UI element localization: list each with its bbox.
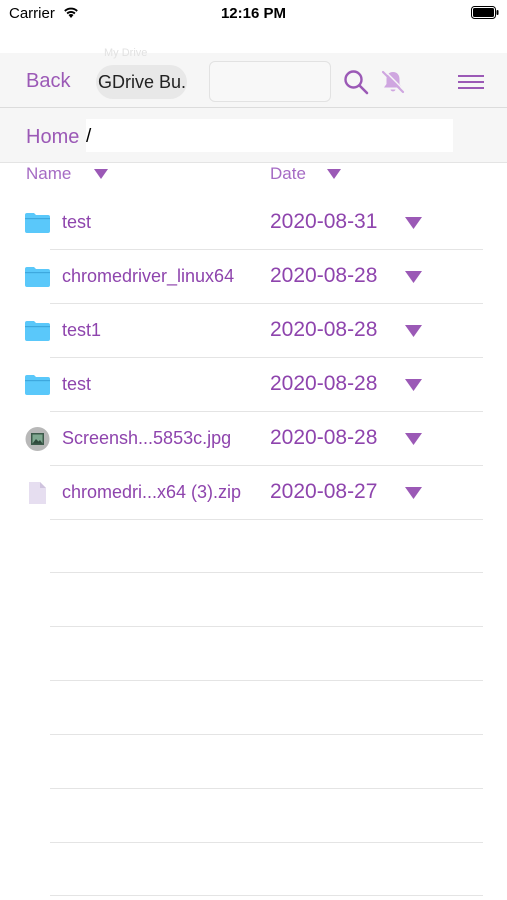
folder-icon [25,213,50,233]
empty-row-divider [50,788,483,789]
chevron-down-icon[interactable] [405,379,422,391]
battery-icon [471,6,499,19]
file-name: Screensh...5853c.jpg [62,428,232,448]
breadcrumb: Home / [0,108,507,163]
toolbar: My Drive Back GDrive Bu.. [0,47,507,108]
empty-row-divider [50,734,483,735]
drive-label: GDrive Bu.. [98,72,187,92]
empty-row-divider [50,895,483,896]
document-file-icon [29,482,46,504]
file-date: 2020-08-28 [270,426,378,449]
search-icon[interactable] [343,69,369,95]
drive-selector[interactable]: GDrive Bu.. [96,65,187,99]
column-header-name[interactable]: Name [26,164,71,184]
chevron-down-icon[interactable] [405,487,422,499]
file-name: chromedriver_linux64 [62,266,235,286]
search-input[interactable] [209,61,331,102]
chevron-down-icon[interactable] [405,217,422,229]
list-item[interactable]: test1 2020-08-28 [0,304,507,358]
file-name: test [62,374,92,394]
file-name: test1 [62,320,102,340]
file-date: 2020-08-27 [270,480,378,503]
folder-icon [25,321,50,341]
empty-row-divider [50,680,483,681]
list-item[interactable]: chromedriver_linux64 2020-08-28 [0,250,507,304]
chevron-down-icon[interactable] [405,433,422,445]
clock: 12:16 PM [220,5,287,22]
status-bar: Carrier 12:16 PM [0,0,507,30]
file-date: 2020-08-31 [270,210,378,233]
sort-arrow-icon[interactable] [94,169,108,179]
file-date: 2020-08-28 [270,372,378,395]
image-file-icon [25,427,50,451]
ghost-drive-label: My Drive [104,47,148,59]
column-header-date[interactable]: Date [270,164,306,184]
file-name: test [62,212,92,232]
bell-off-icon[interactable] [380,69,406,95]
menu-icon[interactable] [458,73,484,91]
list-item[interactable]: test 2020-08-28 [0,358,507,412]
folder-icon [25,375,50,395]
chevron-down-icon[interactable] [405,271,422,283]
divider [50,519,483,520]
empty-row-divider [50,572,483,573]
path-field [86,119,453,152]
list-item[interactable]: test 2020-08-31 [0,196,507,250]
list-item[interactable]: Screensh...5853c.jpg 2020-08-28 [0,412,507,466]
empty-row-divider [50,626,483,627]
file-date: 2020-08-28 [270,264,378,287]
list-item[interactable]: chromedri...x64 (3).zip 2020-08-27 [0,466,507,520]
chevron-down-icon[interactable] [405,325,422,337]
breadcrumb-home[interactable]: Home [26,126,79,149]
breadcrumb-separator: / [86,126,92,147]
file-name: chromedri...x64 (3).zip [62,482,242,502]
folder-icon [25,267,50,287]
empty-row-divider [50,842,483,843]
back-button[interactable]: Back [26,70,70,93]
file-date: 2020-08-28 [270,318,378,341]
sort-arrow-icon[interactable] [327,169,341,179]
